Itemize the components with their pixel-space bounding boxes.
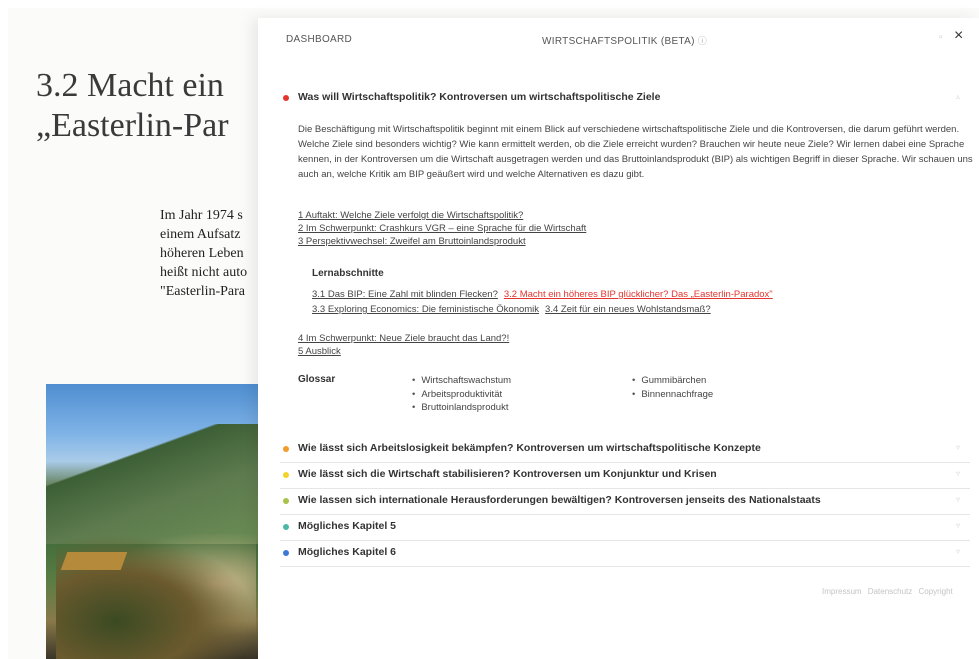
- chapter-row-3[interactable]: Wie lässt sich die Wirtschaft stabilisie…: [280, 465, 970, 489]
- triangle-icon[interactable]: ▿: [956, 521, 960, 530]
- footer-links: Impressum Datenschutz Copyright: [818, 587, 953, 596]
- article-body-line: heißt nicht auto: [160, 265, 248, 280]
- chapter-title[interactable]: Wie lassen sich internationale Herausfor…: [298, 494, 821, 506]
- chapter-intro-text: Die Beschäftigung mit Wirtschaftspolitik…: [298, 124, 973, 180]
- lern-row-2: 3.3 Exploring Economics: Die feministisc…: [312, 304, 717, 315]
- toc-link[interactable]: 2 Im Schwerpunkt: Crashkurs VGR – eine S…: [298, 223, 586, 234]
- lern-link[interactable]: 3.3 Exploring Economics: Die feministisc…: [312, 304, 539, 315]
- glossar-column-2: Gummibärchen Binnennachfrage: [632, 374, 713, 401]
- chapter-row-1[interactable]: Was will Wirtschaftspolitik? Kontroverse…: [280, 88, 970, 112]
- lern-link[interactable]: 3.1 Das BIP: Eine Zahl mit blinden Fleck…: [312, 289, 498, 300]
- chapter-row-4[interactable]: Wie lassen sich internationale Herausfor…: [280, 491, 970, 515]
- triangle-icon[interactable]: ▵: [956, 92, 960, 101]
- chapter-title[interactable]: Mögliches Kapitel 5: [298, 520, 396, 532]
- chapter-title[interactable]: Mögliches Kapitel 6: [298, 546, 396, 558]
- chapter-row-5[interactable]: Mögliches Kapitel 5 ▿: [280, 517, 970, 541]
- glossar-item[interactable]: Wirtschaftswachstum: [412, 374, 511, 388]
- article-title: 3.2 Macht ein „Easterlin-Par: [36, 66, 229, 146]
- footer-link-copyright[interactable]: Copyright: [919, 587, 953, 596]
- chapter-dot-icon: [283, 550, 289, 556]
- chapter-dot-icon: [283, 95, 289, 101]
- toc-link[interactable]: 5 Ausblick: [298, 346, 341, 357]
- close-icon[interactable]: ×: [954, 27, 963, 45]
- glossar-item[interactable]: Bruttoinlandsprodukt: [412, 401, 511, 415]
- chapter-title[interactable]: Wie lässt sich die Wirtschaft stabilisie…: [298, 468, 717, 480]
- chapter-dot-icon: [283, 498, 289, 504]
- article-title-line: 3.2 Macht ein: [36, 67, 224, 104]
- article-body-line: "Easterlin-Para: [160, 284, 246, 299]
- article-body: Im Jahr 1974 s einem Aufsatz höheren Leb…: [160, 206, 247, 301]
- lern-link-active[interactable]: 3.2 Macht ein höheres BIP glücklicher? D…: [504, 289, 773, 300]
- lern-link[interactable]: 3.4 Zeit für ein neues Wohlstandsmaß?: [545, 304, 711, 315]
- info-icon[interactable]: ⓘ: [698, 36, 707, 46]
- toc-list-bottom: 4 Im Schwerpunkt: Neue Ziele braucht das…: [298, 332, 509, 358]
- footer-link-impressum[interactable]: Impressum: [822, 587, 862, 596]
- glossar-item[interactable]: Binnennachfrage: [632, 388, 713, 402]
- chapter-title[interactable]: Wie lässt sich Arbeitslosigkeit bekämpfe…: [298, 442, 761, 454]
- toc-list-top: 1 Auftakt: Welche Ziele verfolgt die Wir…: [298, 209, 586, 248]
- table-of-contents-panel: DASHBOARD WIRTSCHAFTSPOLITIK (BETA) ⓘ ▫ ×…: [258, 18, 979, 659]
- chapter-dot-icon: [283, 472, 289, 478]
- chapter-dot-icon: [283, 446, 289, 452]
- panel-title-text: WIRTSCHAFTSPOLITIK (BETA): [542, 36, 695, 47]
- settings-icon[interactable]: ▫: [939, 32, 943, 43]
- triangle-icon[interactable]: ▿: [956, 547, 960, 556]
- chapter-row-6[interactable]: Mögliches Kapitel 6 ▿: [280, 543, 970, 567]
- glossar-heading: Glossar: [298, 374, 336, 385]
- triangle-icon[interactable]: ▿: [956, 443, 960, 452]
- article-body-line: einem Aufsatz: [160, 227, 241, 242]
- triangle-icon[interactable]: ▿: [956, 495, 960, 504]
- glossar-column-1: Wirtschaftswachstum Arbeitsproduktivität…: [412, 374, 511, 415]
- dashboard-link[interactable]: DASHBOARD: [286, 34, 352, 45]
- article-body-line: höheren Leben: [160, 246, 244, 261]
- footer-link-datenschutz[interactable]: Datenschutz: [868, 587, 912, 596]
- photo-mountain: [46, 424, 276, 544]
- chapter-dot-icon: [283, 524, 289, 530]
- glossar-item[interactable]: Gummibärchen: [632, 374, 713, 388]
- article-title-line: „Easterlin-Par: [36, 107, 229, 144]
- panel-title: WIRTSCHAFTSPOLITIK (BETA) ⓘ: [542, 34, 707, 47]
- photo-roof: [60, 552, 128, 570]
- chapter-row-2[interactable]: Wie lässt sich Arbeitslosigkeit bekämpfe…: [280, 439, 970, 463]
- toc-link[interactable]: 4 Im Schwerpunkt: Neue Ziele braucht das…: [298, 333, 509, 344]
- chapter-title[interactable]: Was will Wirtschaftspolitik? Kontroverse…: [298, 91, 660, 103]
- article-body-line: Im Jahr 1974 s: [160, 208, 243, 223]
- toc-link[interactable]: 1 Auftakt: Welche Ziele verfolgt die Wir…: [298, 210, 523, 221]
- glossar-item[interactable]: Arbeitsproduktivität: [412, 388, 511, 402]
- lern-row-1: 3.1 Das BIP: Eine Zahl mit blinden Fleck…: [312, 289, 773, 300]
- toc-link[interactable]: 3 Perspektivwechsel: Zweifel am Bruttoin…: [298, 236, 526, 247]
- triangle-icon[interactable]: ▿: [956, 469, 960, 478]
- article-photo: [46, 384, 276, 659]
- lernabschnitte-heading: Lernabschnitte: [312, 268, 384, 279]
